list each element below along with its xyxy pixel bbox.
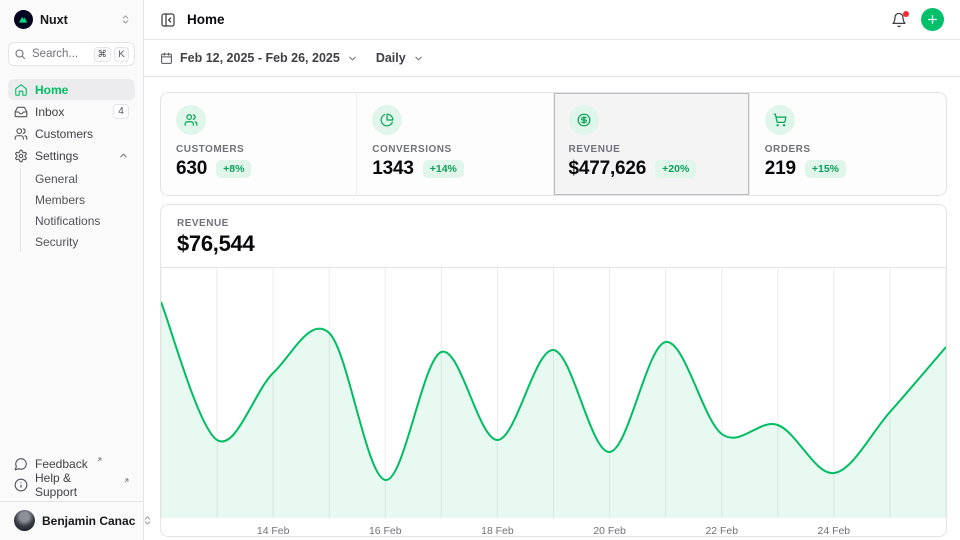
x-axis-tick-label: 20 Feb — [593, 526, 626, 537]
cart-icon — [765, 105, 795, 135]
inbox-icon — [14, 105, 28, 119]
pie-chart-icon — [372, 105, 402, 135]
help-support-link[interactable]: Help & Support — [8, 474, 135, 495]
notification-dot — [903, 11, 909, 17]
sidebar-item-members[interactable]: Members — [31, 189, 135, 210]
sidebar-item-settings[interactable]: Settings — [8, 145, 135, 166]
x-axis-tick-label: 22 Feb — [705, 526, 738, 537]
search-input[interactable]: Search... ⌘ K — [8, 42, 135, 66]
search-placeholder: Search... — [32, 48, 78, 60]
chart-header: REVENUE $76,544 — [161, 205, 946, 268]
sidebar-item-label: Home — [35, 83, 68, 97]
stat-label: CUSTOMERS — [176, 144, 341, 155]
info-icon — [14, 478, 28, 492]
stat-value: $477,626 — [569, 158, 647, 180]
circle-dollar-icon — [569, 105, 599, 135]
sidebar-item-security[interactable]: Security — [31, 231, 135, 252]
settings-sub-list: General Members Notifications Security — [20, 168, 135, 252]
main-area: Home Feb 12, 2025 - Feb 26, 2025 — [144, 0, 960, 540]
home-icon — [14, 83, 28, 97]
sidebar-item-general[interactable]: General — [31, 168, 135, 189]
inbox-count-badge: 4 — [113, 104, 129, 119]
revenue-chart-card: REVENUE $76,544 14 Feb 16 Feb 18 Feb 20 Feb… — [160, 204, 947, 537]
calendar-icon — [160, 52, 173, 65]
x-axis-tick-label: 16 Feb — [369, 526, 402, 537]
sidebar-divider — [0, 501, 143, 502]
chevrons-up-down-icon — [120, 14, 131, 25]
avatar — [14, 510, 35, 531]
sidebar-item-label: Inbox — [35, 105, 64, 119]
sidebar-collapse-button[interactable] — [160, 12, 176, 28]
stat-delta-badge: +14% — [423, 160, 464, 178]
stat-value: 219 — [765, 158, 796, 180]
external-link-icon — [96, 456, 103, 463]
sidebar-item-label: Customers — [35, 127, 93, 141]
feedback-label: Feedback — [35, 457, 88, 471]
stat-card-orders[interactable]: ORDERS 219 +15% — [750, 93, 946, 195]
search-icon — [14, 48, 26, 60]
chart-metric-label: REVENUE — [177, 218, 930, 229]
content: CUSTOMERS 630 +8% CONVERSIONS 1343 +14% — [144, 77, 960, 540]
kbd-k: K — [114, 47, 129, 62]
x-axis-tick-label: 24 Feb — [818, 526, 851, 537]
stat-delta-badge: +8% — [216, 160, 251, 178]
kbd-meta: ⌘ — [94, 47, 112, 62]
period-label: Daily — [376, 51, 406, 65]
sidebar-item-notifications[interactable]: Notifications — [31, 210, 135, 231]
sidebar-item-inbox[interactable]: Inbox 4 — [8, 101, 135, 122]
stat-label: CONVERSIONS — [372, 144, 537, 155]
notifications-button[interactable] — [891, 12, 907, 28]
team-name: Nuxt — [40, 13, 68, 27]
help-support-label: Help & Support — [35, 471, 115, 499]
topbar: Home — [144, 0, 960, 40]
app-window: Nuxt Search... ⌘ K Home — [0, 0, 960, 540]
sidebar-nav: Home Inbox 4 Customers Settings — [8, 79, 135, 254]
stat-card-revenue[interactable]: REVENUE $477,626 +20% — [554, 93, 750, 195]
date-range-label: Feb 12, 2025 - Feb 26, 2025 — [180, 51, 340, 65]
period-select[interactable]: Daily — [376, 51, 424, 65]
sidebar-item-customers[interactable]: Customers — [8, 123, 135, 144]
stats-row: CUSTOMERS 630 +8% CONVERSIONS 1343 +14% — [160, 92, 947, 196]
nuxt-logo-icon — [14, 10, 33, 29]
user-name: Benjamin Canac — [42, 514, 135, 528]
chart-total-value: $76,544 — [177, 231, 930, 257]
gear-icon — [14, 149, 28, 163]
users-icon — [14, 127, 28, 141]
page-title: Home — [187, 12, 225, 27]
revenue-chart[interactable]: 14 Feb 16 Feb 18 Feb 20 Feb 22 Feb 24 Feb — [161, 268, 946, 537]
date-range-picker[interactable]: Feb 12, 2025 - Feb 26, 2025 — [160, 51, 358, 65]
add-button[interactable] — [921, 8, 944, 31]
team-switcher[interactable]: Nuxt — [8, 8, 135, 31]
stat-delta-badge: +15% — [805, 160, 846, 178]
chat-bubble-icon — [14, 457, 28, 471]
stat-card-customers[interactable]: CUSTOMERS 630 +8% — [161, 93, 357, 195]
x-axis-tick-label: 18 Feb — [481, 526, 514, 537]
stat-card-conversions[interactable]: CONVERSIONS 1343 +14% — [357, 93, 553, 195]
filters-toolbar: Feb 12, 2025 - Feb 26, 2025 Daily — [144, 40, 960, 77]
sidebar-item-home[interactable]: Home — [8, 79, 135, 100]
chevron-down-icon — [347, 53, 358, 64]
external-link-icon — [123, 477, 130, 484]
user-menu[interactable]: Benjamin Canac — [8, 507, 135, 534]
stat-label: REVENUE — [569, 144, 734, 155]
stat-label: ORDERS — [765, 144, 931, 155]
sidebar: Nuxt Search... ⌘ K Home — [0, 0, 144, 540]
stat-value: 1343 — [372, 158, 413, 180]
users-icon — [176, 105, 206, 135]
stat-delta-badge: +20% — [655, 160, 696, 178]
sidebar-item-label: Settings — [35, 149, 78, 163]
chevron-down-icon — [413, 53, 424, 64]
x-axis-tick-label: 14 Feb — [257, 526, 290, 537]
stat-value: 630 — [176, 158, 207, 180]
chevron-up-icon — [118, 150, 129, 161]
